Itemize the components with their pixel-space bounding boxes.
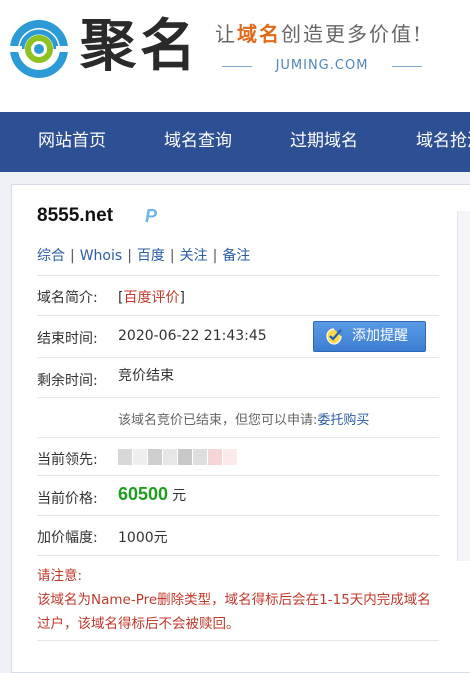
warning-title: 请注意: — [37, 568, 83, 584]
price-value: 60500 — [118, 484, 169, 504]
warning-body: 该域名为Name-Pre删除类型，域名得标后会在1-15天内完成域名过户，该域名… — [37, 592, 431, 632]
row-leader: 当前领先: — [37, 437, 439, 475]
link-whois[interactable]: Whois — [80, 248, 122, 264]
slogan-prefix: 让 — [215, 22, 237, 46]
logo-text[interactable]: 聚名 — [80, 12, 200, 82]
nav-item-home[interactable]: 网站首页 — [38, 112, 106, 172]
row-price: 当前价格: 60500 元 — [37, 475, 439, 515]
link-overview[interactable]: 综合 — [37, 248, 65, 264]
row-end-time: 结束时间: 2020-06-22 21:43:45 添加提醒 — [37, 315, 439, 357]
link-follow[interactable]: 关注 — [180, 248, 208, 264]
nav-item-expired-domains[interactable]: 过期域名 — [290, 112, 358, 172]
domain-detail-card: 8555.net P 综合 | Whois | 百度 | 关注 | 备注 域名简介: [百度评价… — [11, 184, 470, 673]
end-time-value: 2020-06-22 21:43:45 — [118, 328, 267, 344]
remaining-label: 剩余时间: — [37, 373, 98, 389]
nav-item-domain-snatch[interactable]: 域名抢注 — [416, 112, 470, 172]
separator: | — [212, 248, 218, 264]
separator: | — [70, 248, 75, 264]
domain-links: 综合 | Whois | 百度 | 关注 | 备注 — [37, 245, 250, 265]
site-url-line: JUMING.COM — [222, 58, 422, 74]
main-nav: 网站首页 域名查询 过期域名 域名抢注 — [0, 112, 470, 172]
notice: 该域名竞价已结束，但您可以申请:委托购买 — [118, 409, 369, 428]
price-unit: 元 — [172, 488, 187, 504]
row-remaining: 剩余时间: 竞价结束 — [37, 357, 439, 397]
warning-block: 请注意: 该域名为Name-Pre删除类型，域名得标后会在1-15天内完成域名过… — [37, 564, 437, 636]
separator: | — [169, 248, 175, 264]
notice-text: 该域名竞价已结束，但您可以申请: — [118, 413, 318, 428]
row-intro: 域名简介: [百度评价] — [37, 275, 439, 315]
leader-label: 当前领先: — [37, 452, 98, 468]
link-remark[interactable]: 备注 — [222, 248, 250, 264]
intro-value: [百度评价] — [118, 287, 185, 307]
divider-line-right — [392, 66, 422, 67]
entrust-purchase-link[interactable]: 委托购买 — [317, 413, 369, 428]
juming-logo-icon[interactable] — [8, 18, 70, 80]
link-baidu[interactable]: 百度 — [137, 248, 165, 264]
row-notice: 该域名竞价已结束，但您可以申请:委托购买 — [37, 397, 439, 437]
remaining-value: 竞价结束 — [118, 368, 174, 384]
domain-name: 8555.net — [37, 205, 114, 226]
add-reminder-label: 添加提醒 — [352, 328, 408, 344]
slogan-highlight: 域名 — [237, 22, 281, 46]
baidu-evaluation-link[interactable]: 百度评价 — [123, 290, 179, 306]
add-reminder-button[interactable]: 添加提醒 — [313, 321, 426, 352]
nav-item-domain-search[interactable]: 域名查询 — [164, 112, 232, 172]
price-label: 当前价格: — [37, 491, 98, 507]
increment-value: 1000元 — [118, 530, 168, 546]
leader-value-redacted — [118, 449, 238, 465]
price: 60500 元 — [118, 484, 186, 505]
increment-label: 加价幅度: — [37, 530, 98, 546]
slogan-suffix: 创造更多价值! — [281, 22, 424, 46]
row-increment: 加价幅度: 1000元 — [37, 515, 439, 555]
content-area: 8555.net P 综合 | Whois | 百度 | 关注 | 备注 域名简介: [百度评价… — [0, 172, 470, 673]
end-time-label: 结束时间: — [37, 331, 98, 347]
scrollbar[interactable] — [457, 211, 470, 561]
slogan: 让域名创造更多价值! — [215, 18, 423, 47]
pre-badge: P — [145, 206, 158, 226]
check-shield-icon — [326, 328, 342, 345]
bracket-close: ] — [179, 290, 185, 306]
site-header: 聚名 让域名创造更多价值! JUMING.COM — [0, 0, 470, 112]
intro-label: 域名简介: — [37, 290, 98, 306]
separator: | — [127, 248, 132, 264]
